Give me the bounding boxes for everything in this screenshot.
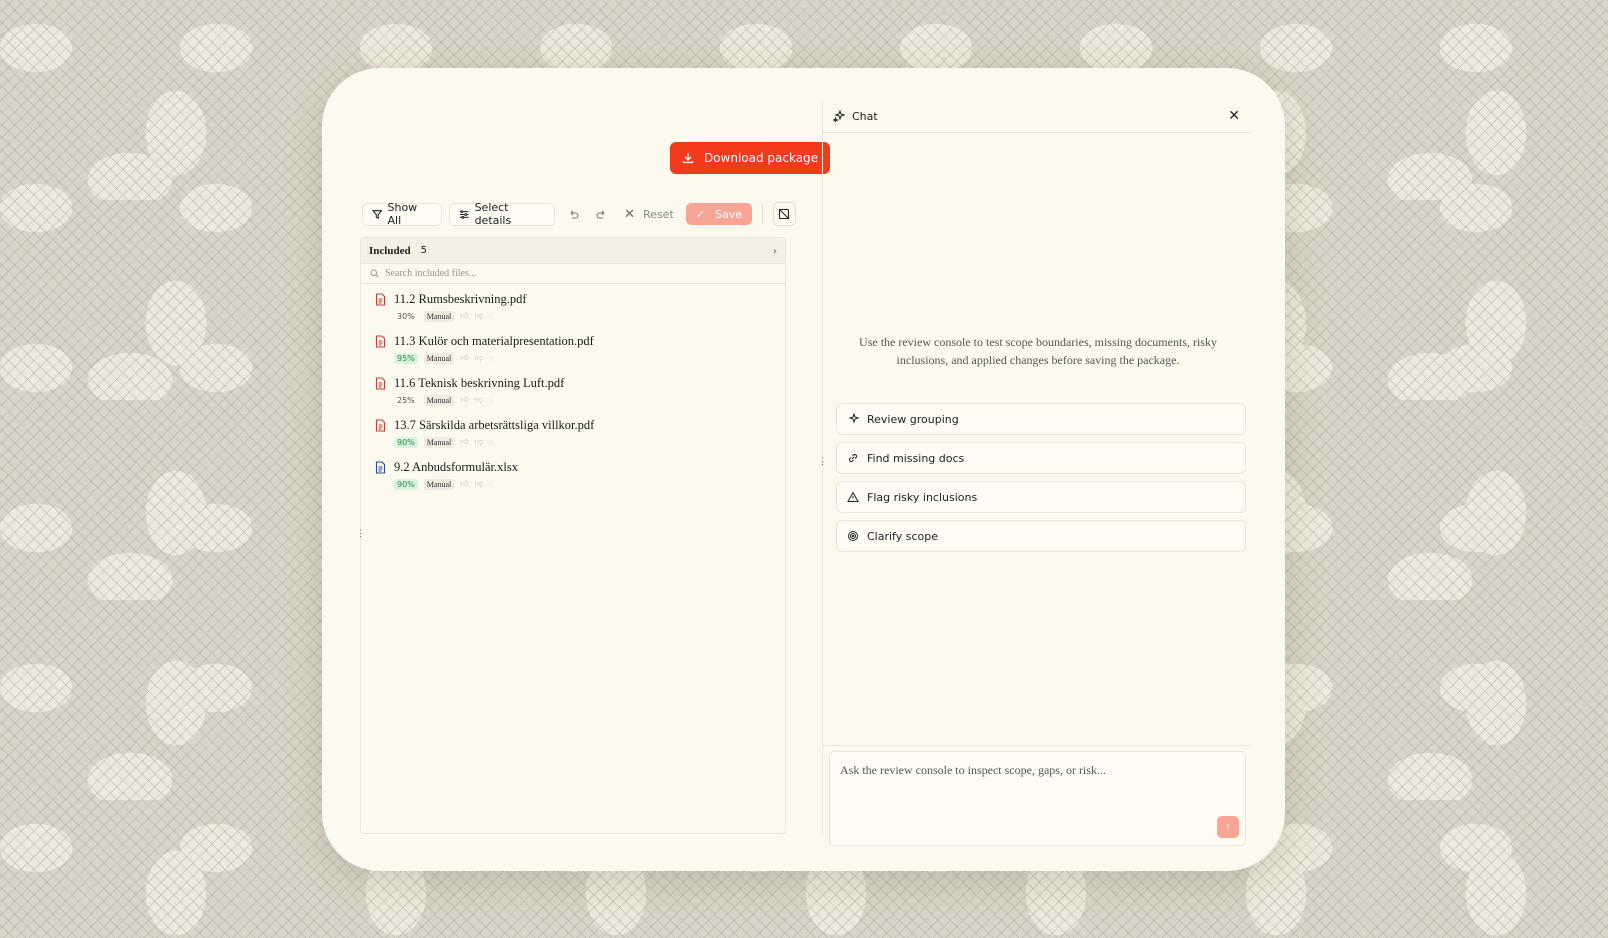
file-name: 9.2 Anbudsformulär.xlsx — [394, 459, 518, 474]
info-icon[interactable]: ◌ — [489, 480, 494, 489]
link-icon — [849, 454, 857, 462]
included-panel: Included 5 › 11.2 Rumsbeskrivning.pdf 30… — [360, 237, 786, 834]
thumbs-down-icon[interactable]: 👎︎ — [475, 395, 483, 405]
download-package-label: Download package — [703, 151, 819, 165]
chevron-right-icon[interactable]: › — [773, 243, 777, 258]
suggestion-button[interactable]: Find missing docs — [836, 442, 1246, 474]
file-row[interactable]: 9.2 Anbudsformulär.xlsx 90% Manual 👍︎ 👎︎… — [361, 456, 785, 498]
suggestion-label: Flag risky inclusions — [867, 490, 978, 504]
included-count: 5 — [420, 245, 427, 256]
close-icon[interactable]: ✕ — [1228, 108, 1240, 124]
file-list: 11.2 Rumsbeskrivning.pdf 30% Manual 👍︎ 👎… — [361, 284, 785, 498]
confidence-badge: 30% — [397, 311, 415, 321]
file-name: 11.6 Teknisk beskrivning Luft.pdf — [394, 375, 565, 390]
suggestion-label: Review grouping — [867, 412, 959, 426]
reset-button[interactable]: ✕ Reset — [624, 207, 674, 222]
thumbs-up-icon[interactable]: 👍︎ — [460, 311, 468, 321]
download-icon — [682, 153, 694, 164]
file-name: 11.3 Kulör och materialpresentation.pdf — [394, 333, 594, 348]
chat-composer: ↑ — [829, 751, 1246, 846]
thumbs-up-icon[interactable]: 👍︎ — [460, 437, 468, 447]
undo-button[interactable] — [562, 202, 585, 226]
included-header[interactable]: Included 5 › — [361, 238, 785, 264]
file-row[interactable]: 11.6 Teknisk beskrivning Luft.pdf 25% Ma… — [361, 372, 785, 414]
chat-input[interactable] — [840, 763, 1220, 813]
chat-intro: Use the review console to test scope bou… — [859, 335, 1217, 367]
thumbs-up-icon[interactable]: 👍︎ — [460, 479, 468, 489]
show-all-button[interactable]: Show All — [362, 201, 443, 227]
sparkle-icon — [848, 413, 859, 424]
search-input[interactable] — [385, 268, 685, 279]
save-label: Save — [714, 207, 742, 221]
select-details-button[interactable]: Select details — [449, 201, 556, 227]
redo-button[interactable] — [590, 202, 613, 226]
source-badge: Manual — [423, 436, 455, 448]
included-search — [361, 264, 785, 284]
toolbar: Show All Select details ✕ Reset ✓ Save — [362, 201, 796, 227]
hide-panel-icon — [779, 208, 790, 220]
check-icon: ✓ — [695, 207, 705, 221]
reset-label: Reset — [643, 207, 674, 221]
file-icon — [375, 460, 386, 474]
file-row[interactable]: 13.7 Särskilda arbetsrättsliga villkor.p… — [361, 414, 785, 456]
confidence-badge: 95% — [394, 352, 418, 364]
info-icon[interactable]: ◌ — [489, 312, 494, 321]
filter-icon — [372, 209, 383, 219]
thumbs-down-icon[interactable]: 👎︎ — [475, 479, 483, 489]
suggestion-button[interactable]: Review grouping — [836, 403, 1246, 435]
composer-divider — [823, 745, 1252, 746]
toolbar-divider — [762, 204, 763, 224]
suggestion-label: Clarify scope — [867, 529, 939, 543]
source-badge: Manual — [423, 394, 455, 406]
sliders-icon — [460, 209, 469, 219]
included-heading: Included — [369, 244, 411, 257]
file-icon — [375, 334, 386, 348]
info-icon[interactable]: ◌ — [489, 438, 494, 447]
source-badge: Manual — [423, 478, 455, 490]
thumbs-up-icon[interactable]: 👍︎ — [460, 353, 468, 363]
thumbs-down-icon[interactable]: 👎︎ — [475, 353, 483, 363]
arrow-up-icon: ↑ — [1225, 821, 1231, 833]
chat-pane: Chat ✕ Use the review console to test sc… — [823, 100, 1252, 846]
confidence-badge: 25% — [397, 395, 415, 405]
confidence-badge: 90% — [394, 478, 418, 490]
download-package-button[interactable]: Download package — [670, 142, 830, 174]
suggestion-button[interactable]: Flag risky inclusions — [836, 481, 1246, 513]
select-details-label: Select details — [474, 201, 512, 227]
warning-icon — [847, 491, 859, 502]
confidence-badge: 90% — [394, 436, 418, 448]
redo-icon — [596, 210, 605, 219]
file-row[interactable]: 11.2 Rumsbeskrivning.pdf 30% Manual 👍︎ 👎… — [361, 288, 785, 330]
file-icon — [375, 418, 386, 432]
chat-title: Chat — [852, 109, 878, 123]
undo-icon — [570, 210, 579, 219]
thumbs-up-icon[interactable]: 👍︎ — [460, 395, 468, 405]
suggestion-button[interactable]: Clarify scope — [836, 520, 1246, 552]
close-icon: ✕ — [624, 206, 636, 222]
sparkle-icon — [833, 110, 845, 122]
source-badge: Manual — [423, 310, 455, 322]
send-button[interactable]: ↑ — [1217, 816, 1239, 838]
search-icon — [370, 269, 379, 278]
left-resize-handle[interactable]: ⋮ — [356, 528, 365, 539]
target-icon — [848, 531, 858, 541]
info-icon[interactable]: ◌ — [489, 354, 494, 363]
chat-header: Chat ✕ — [823, 100, 1252, 133]
suggestion-label: Find missing docs — [867, 451, 965, 465]
show-all-label: Show All — [387, 201, 418, 227]
file-row[interactable]: 11.3 Kulör och materialpresentation.pdf … — [361, 330, 785, 372]
file-name: 13.7 Särskilda arbetsrättsliga villkor.p… — [394, 417, 595, 432]
app-window: Download package Show All Select details… — [322, 68, 1285, 871]
save-button[interactable]: ✓ Save — [685, 203, 752, 225]
source-badge: Manual — [423, 352, 455, 364]
thumbs-down-icon[interactable]: 👎︎ — [475, 311, 483, 321]
info-icon[interactable]: ◌ — [489, 396, 494, 405]
thumbs-down-icon[interactable]: 👎︎ — [475, 437, 483, 447]
file-name: 11.2 Rumsbeskrivning.pdf — [394, 291, 527, 306]
file-icon — [375, 292, 386, 306]
file-icon — [375, 376, 386, 390]
left-pane: Download package Show All Select details… — [354, 100, 830, 836]
toggle-preview-button[interactable] — [772, 202, 796, 226]
